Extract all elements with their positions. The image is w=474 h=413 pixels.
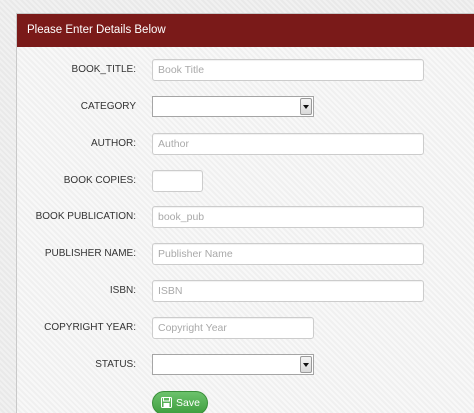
panel-header: Please Enter Details Below bbox=[17, 14, 474, 47]
book-title-label: BOOK_TITLE: bbox=[71, 64, 136, 75]
category-row: CATEGORY bbox=[17, 95, 474, 119]
publisher-name-label: PUBLISHER NAME: bbox=[44, 248, 136, 259]
isbn-row: ISBN: bbox=[17, 279, 474, 303]
book-publication-row: BOOK PUBLICATION: bbox=[17, 205, 474, 229]
floppy-disk-icon bbox=[161, 397, 172, 408]
category-label: CATEGORY bbox=[80, 101, 136, 112]
status-label: STATUS: bbox=[95, 359, 136, 370]
isbn-label: ISBN: bbox=[109, 285, 136, 296]
details-panel: Please Enter Details Below BOOK_TITLE: C… bbox=[16, 13, 474, 413]
copyright-year-input[interactable] bbox=[152, 317, 314, 339]
book-copies-input[interactable] bbox=[152, 170, 203, 192]
author-label: AUTHOR: bbox=[91, 138, 136, 149]
book-copies-label: BOOK COPIES: bbox=[63, 175, 136, 186]
copyright-year-row: COPYRIGHT YEAR: bbox=[17, 316, 474, 340]
save-button-label: Save bbox=[176, 397, 200, 409]
author-row: AUTHOR: bbox=[17, 132, 474, 156]
publisher-name-row: PUBLISHER NAME: bbox=[17, 242, 474, 266]
status-row: STATUS: bbox=[17, 353, 474, 377]
book-publication-input[interactable] bbox=[152, 206, 424, 228]
copyright-year-label: COPYRIGHT YEAR: bbox=[44, 322, 136, 333]
status-select[interactable] bbox=[152, 354, 314, 375]
save-button[interactable]: Save bbox=[152, 391, 208, 413]
book-title-row: BOOK_TITLE: bbox=[17, 58, 474, 82]
isbn-input[interactable] bbox=[152, 280, 424, 302]
book-title-input[interactable] bbox=[152, 59, 424, 81]
book-copies-row: BOOK COPIES: bbox=[17, 169, 474, 193]
chevron-down-icon[interactable] bbox=[300, 356, 312, 373]
publisher-name-input[interactable] bbox=[152, 243, 424, 265]
chevron-down-icon[interactable] bbox=[300, 98, 312, 115]
author-input[interactable] bbox=[152, 133, 424, 155]
category-select[interactable] bbox=[152, 96, 314, 117]
book-publication-label: BOOK PUBLICATION: bbox=[35, 211, 136, 222]
